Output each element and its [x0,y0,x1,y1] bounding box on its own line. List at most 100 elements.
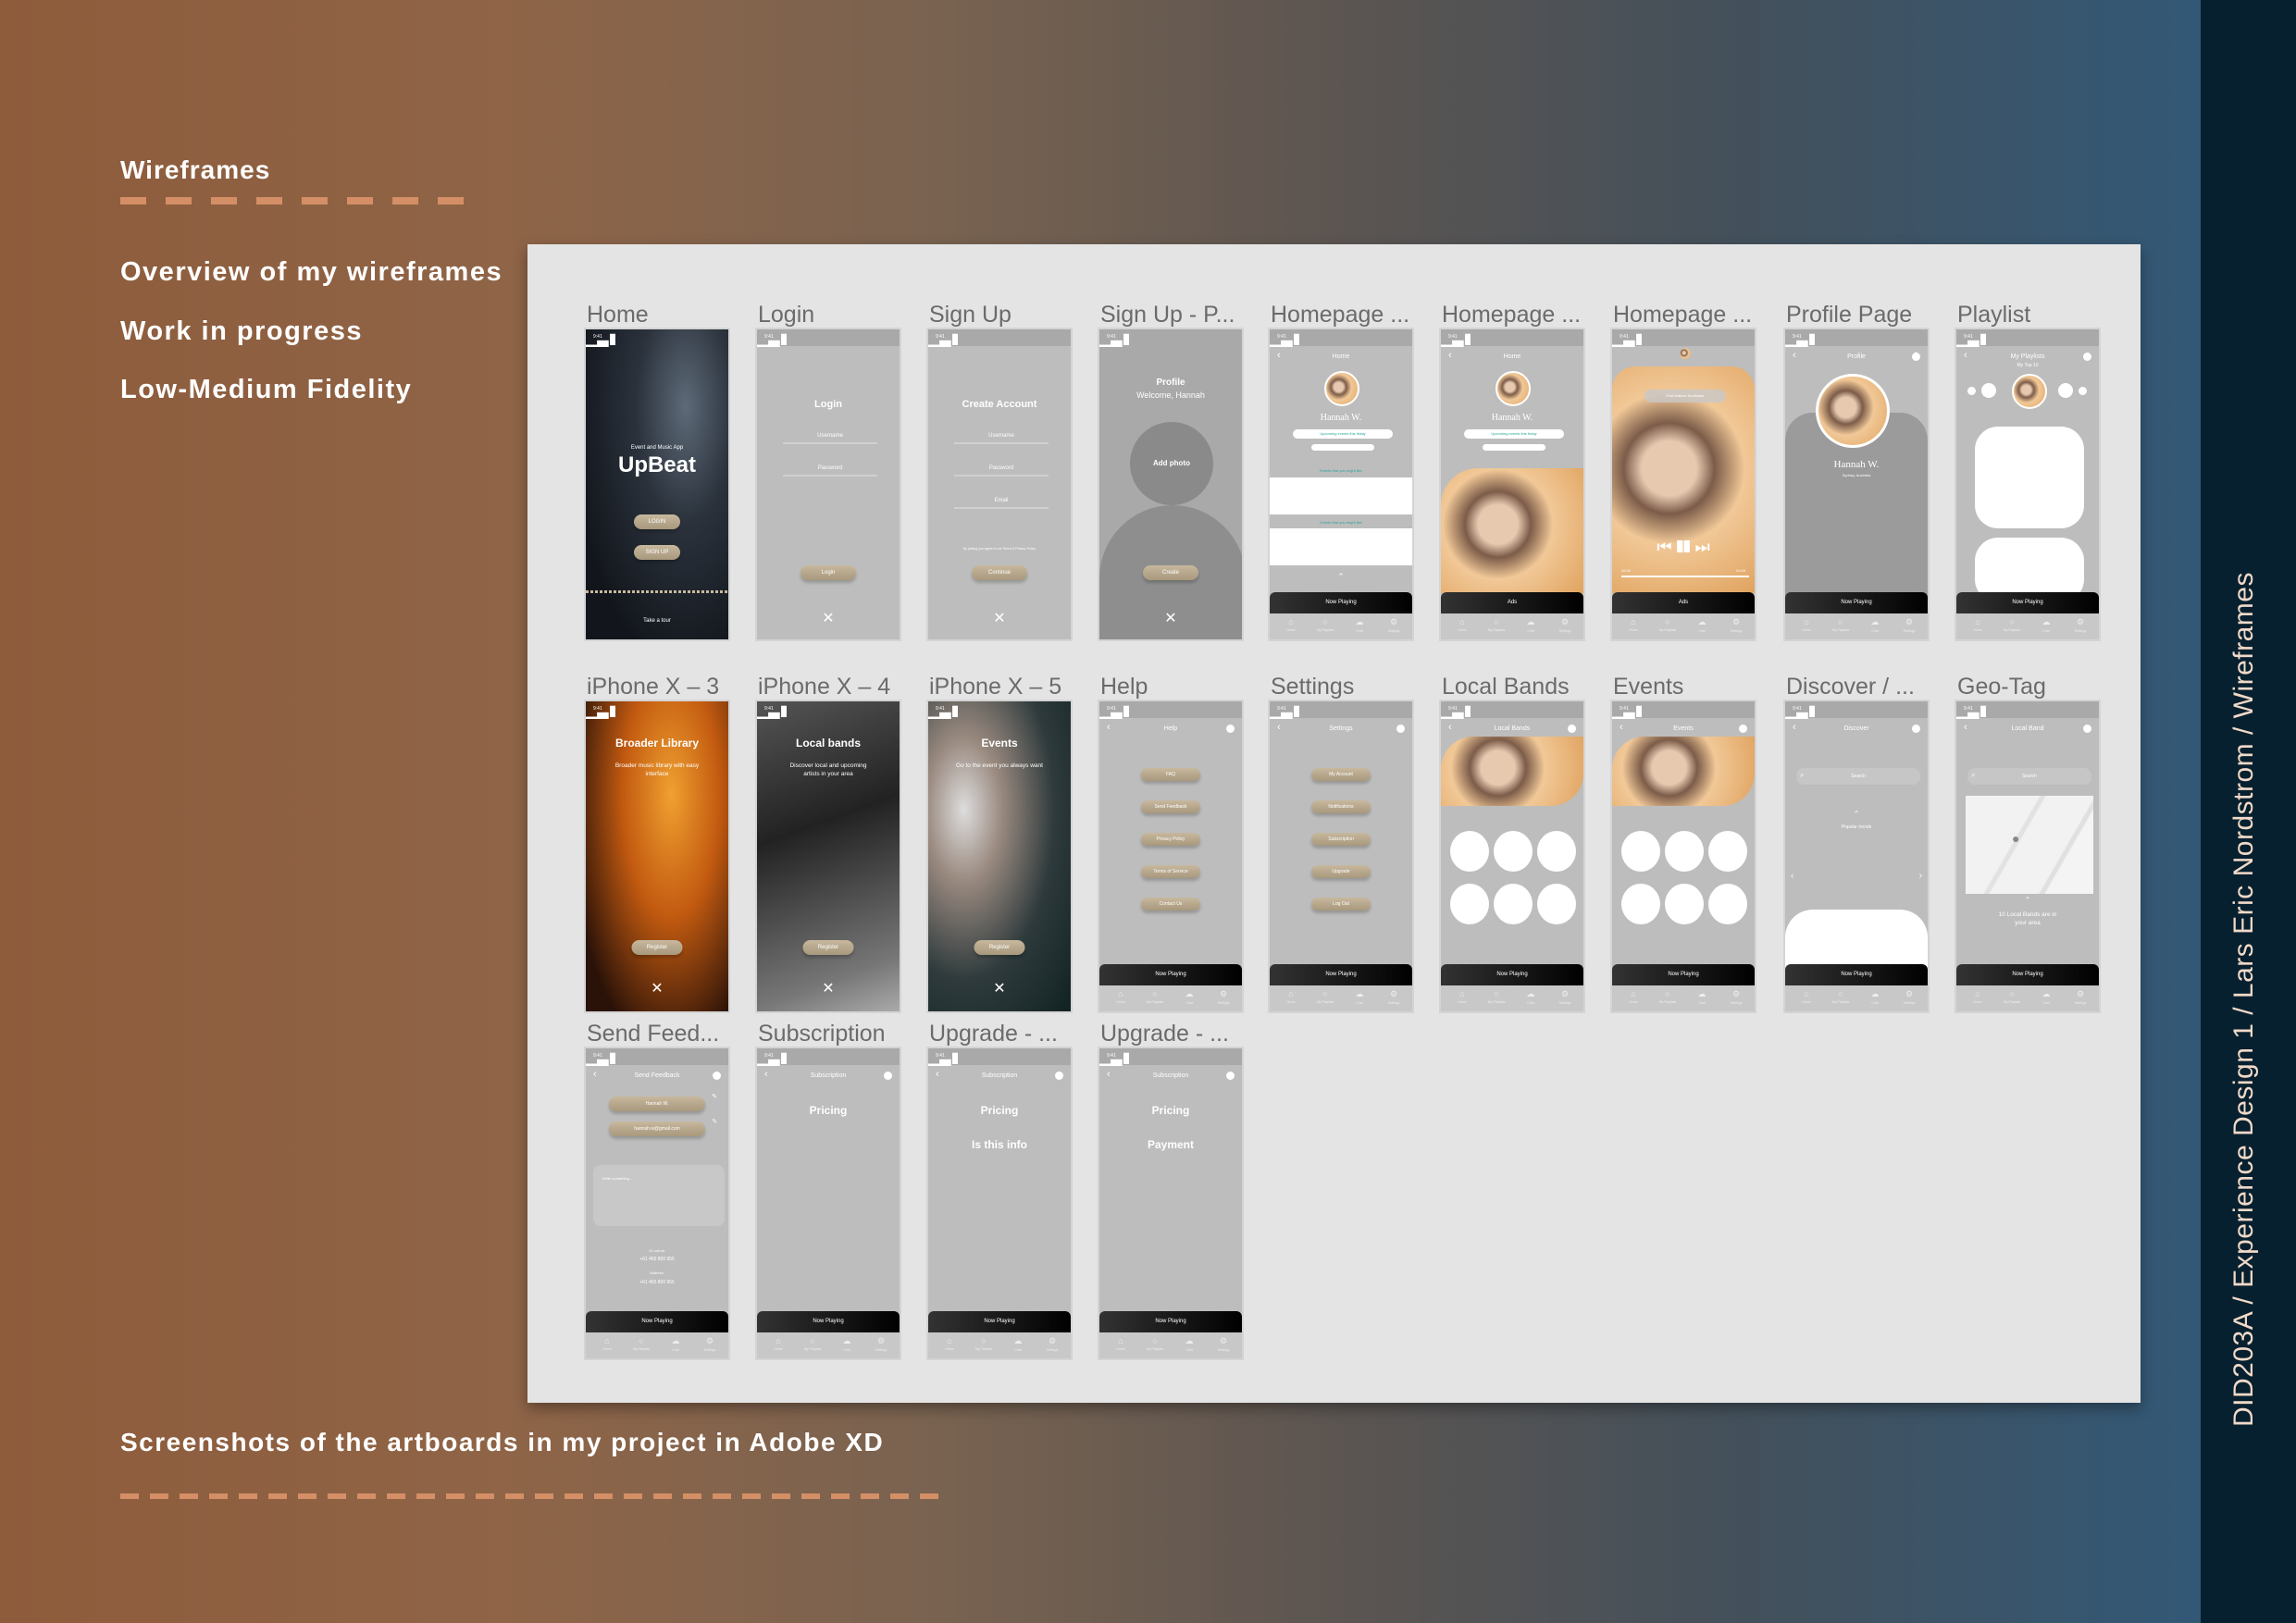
tab-my-playlists[interactable]: ○ My Playlists [1827,617,1855,632]
tab-settings[interactable]: ⚙ Settings [1722,989,1750,1005]
search-bar[interactable]: Search [1796,768,1920,785]
profile-dot[interactable] [1226,725,1235,733]
profile-dot[interactable] [713,1072,721,1080]
playlist-dot[interactable] [2058,383,2073,398]
tab-home[interactable]: ⌂ Home [1107,1336,1135,1351]
event-card[interactable] [1270,477,1412,514]
edit-icon[interactable]: ✎ [712,1093,717,1100]
artboard-grid[interactable]: 9:41 ▁▃▮ ‹ Events Now Playing ⌂ Home ○ My Playli… [1610,700,1756,1013]
artboard-sub[interactable]: 9:41 ▁▃▮ ‹ Subscription Pricing Payment Now Pl… [1098,1047,1244,1360]
artboard-discover[interactable]: 9:41 ▁▃▮ ‹ Discover Search ⌕ ⌃ Popular trends ‹ ›… [1783,700,1930,1013]
now-playing-bar[interactable]: Now Playing [1956,592,2099,613]
chevron-left-icon[interactable]: ‹ [1791,871,1793,881]
login-button[interactable]: LOGIN [634,514,680,529]
artboard-title[interactable]: Sign Up - P... [1100,302,1235,328]
tab-settings[interactable]: ⚙ Settings [1038,1336,1066,1352]
artboard-title[interactable]: Homepage ... [1271,302,1409,328]
profile-dot[interactable] [1912,725,1920,733]
tab-chat[interactable]: ☁ Chat [1175,1336,1203,1352]
submit-button[interactable]: Login [800,565,856,580]
artboard-title[interactable]: iPhone X – 3 [587,674,719,700]
edit-icon[interactable]: ✎ [1914,351,1920,359]
progress-slider[interactable] [1621,576,1749,577]
tab-my-playlists[interactable]: ○ My Playlists [1998,989,2026,1004]
tab-my-playlists[interactable]: ○ My Playlists [1483,989,1510,1004]
input-username[interactable]: Username [783,433,877,444]
tab-my-playlists[interactable]: ○ My Playlists [1311,617,1339,632]
tab-home[interactable]: ⌂ Home [1448,617,1476,632]
artboard-home-photo[interactable]: 9:41 ▁▃▮ ‹ Home Hannah W. Upcoming events thi… [1439,328,1585,641]
now-playing-bar[interactable]: Now Playing [1270,964,1412,985]
artboard-title[interactable]: Geo-Tag [1957,674,2046,700]
tab-home[interactable]: ⌂ Home [1277,617,1305,632]
now-playing-bar[interactable]: Now Playing [1099,1311,1242,1332]
tab-chat[interactable]: ☁ Chat [1688,617,1716,633]
profile-dot[interactable] [1568,725,1576,733]
tab-chat[interactable]: ☁ Chat [1004,1336,1032,1352]
playlist-cover[interactable] [2012,374,2047,409]
input-email[interactable]: Email [954,498,1049,509]
tab-settings[interactable]: ⚙ Settings [1380,989,1408,1005]
tab-home[interactable]: ⌂ Home [1107,989,1135,1004]
artboard-profile[interactable]: 9:41 ▁▃▮ ‹ Profile ✎ Hannah W. Sydney, Austral… [1783,328,1930,641]
tab-my-playlists[interactable]: ○ My Playlists [799,1336,826,1351]
tab-chat[interactable]: ☁ Chat [1346,617,1373,633]
artboard-title[interactable]: Send Feed... [587,1021,719,1047]
chevron-right-icon[interactable]: › [1919,871,1922,881]
signup-button[interactable]: SIGN UP [634,545,680,560]
item-circle[interactable] [1494,831,1533,872]
close-icon[interactable]: ✕ [928,609,1071,627]
item-circle[interactable] [1665,831,1704,872]
now-playing-bar[interactable]: Now Playing [757,1311,900,1332]
map-pin-icon[interactable]: ● [2012,831,2019,846]
feedback-field-0[interactable]: Hannah W. [609,1096,705,1111]
tab-settings[interactable]: ⚙ Settings [2066,989,2094,1005]
item-circle[interactable] [1665,884,1704,924]
tab-chat[interactable]: ☁ Chat [1175,989,1203,1005]
tab-home[interactable]: ⌂ Home [1448,989,1476,1004]
item-circle[interactable] [1621,884,1660,924]
tab-chat[interactable]: ☁ Chat [833,1336,861,1352]
tab-home[interactable]: ⌂ Home [936,1336,963,1351]
tab-chat[interactable]: ☁ Chat [2032,617,2060,633]
events-pill[interactable]: Upcoming events this friday [1293,429,1393,439]
tab-home[interactable]: ⌂ Home [1620,617,1647,632]
tab-settings[interactable]: ⚙ Settings [1551,989,1579,1005]
item-circle[interactable] [1621,831,1660,872]
artboard-title[interactable]: Profile Page [1786,302,1912,328]
now-playing-bar[interactable]: Now Playing [1612,964,1755,985]
playlist-dot[interactable] [2079,387,2087,395]
playlist-card[interactable] [1975,427,2084,528]
tab-my-playlists[interactable]: ○ My Playlists [1311,989,1339,1004]
menu-item-faq[interactable]: FAQ [1141,768,1200,781]
artboard-onboard[interactable]: 9:41 ▁▃▮ Local bands Discover local and upc… [755,700,901,1013]
now-playing-bar[interactable]: Now Playing [586,1311,728,1332]
tab-my-playlists[interactable]: ○ My Playlists [1998,617,2026,632]
edit-icon[interactable]: ✎ [712,1118,717,1125]
tab-my-playlists[interactable]: ○ My Playlists [970,1336,998,1351]
register-button[interactable]: Register [974,940,1025,955]
artboard-title[interactable]: Homepage ... [1613,302,1752,328]
now-playing-bar[interactable]: Now Playing [1099,964,1242,985]
chevron-up-icon[interactable]: ⌃ [1956,896,2099,904]
artboard-title[interactable]: Settings [1271,674,1354,700]
artboard-title[interactable]: Upgrade - ... [929,1021,1058,1047]
artboard-playlist[interactable]: 9:41 ▁▃▮ ‹ My Playlists My Top 10 Now Playing… [1955,328,2101,641]
message-box[interactable]: Write something... [593,1165,725,1226]
tab-settings[interactable]: ⚙ Settings [867,1336,895,1352]
item-circle[interactable] [1537,884,1576,924]
tab-home[interactable]: ⌂ Home [1793,617,1820,632]
tab-settings[interactable]: ⚙ Settings [696,1336,724,1352]
take-tour-link[interactable]: Take a tour [586,618,728,624]
input-password[interactable]: Password [783,465,877,477]
register-button[interactable]: Register [631,940,683,955]
artboard-feedback[interactable]: 9:41 ▁▃▮ ‹ Send Feedback Hannah W. ✎ hannah.w@… [584,1047,730,1360]
menu-item-privacy-policy[interactable]: Privacy Policy [1141,833,1200,846]
profile-dot[interactable] [2083,353,2091,361]
artboard-photo-signup[interactable]: 9:41 ▁▃▮ Profile Welcome, Hannah Add photo Cr… [1098,328,1244,641]
artboard-player[interactable]: 9:41 ▁▃▮ Post Malone Sunflower ⏮ ❚❚ ⏭ 00:00 0… [1610,328,1756,641]
tab-my-playlists[interactable]: ○ My Playlists [1654,617,1682,632]
item-circle[interactable] [1450,831,1489,872]
now-playing-bar[interactable]: Now Playing [1785,592,1928,613]
song-pill[interactable]: Post Malone Sunflower [1644,390,1726,403]
